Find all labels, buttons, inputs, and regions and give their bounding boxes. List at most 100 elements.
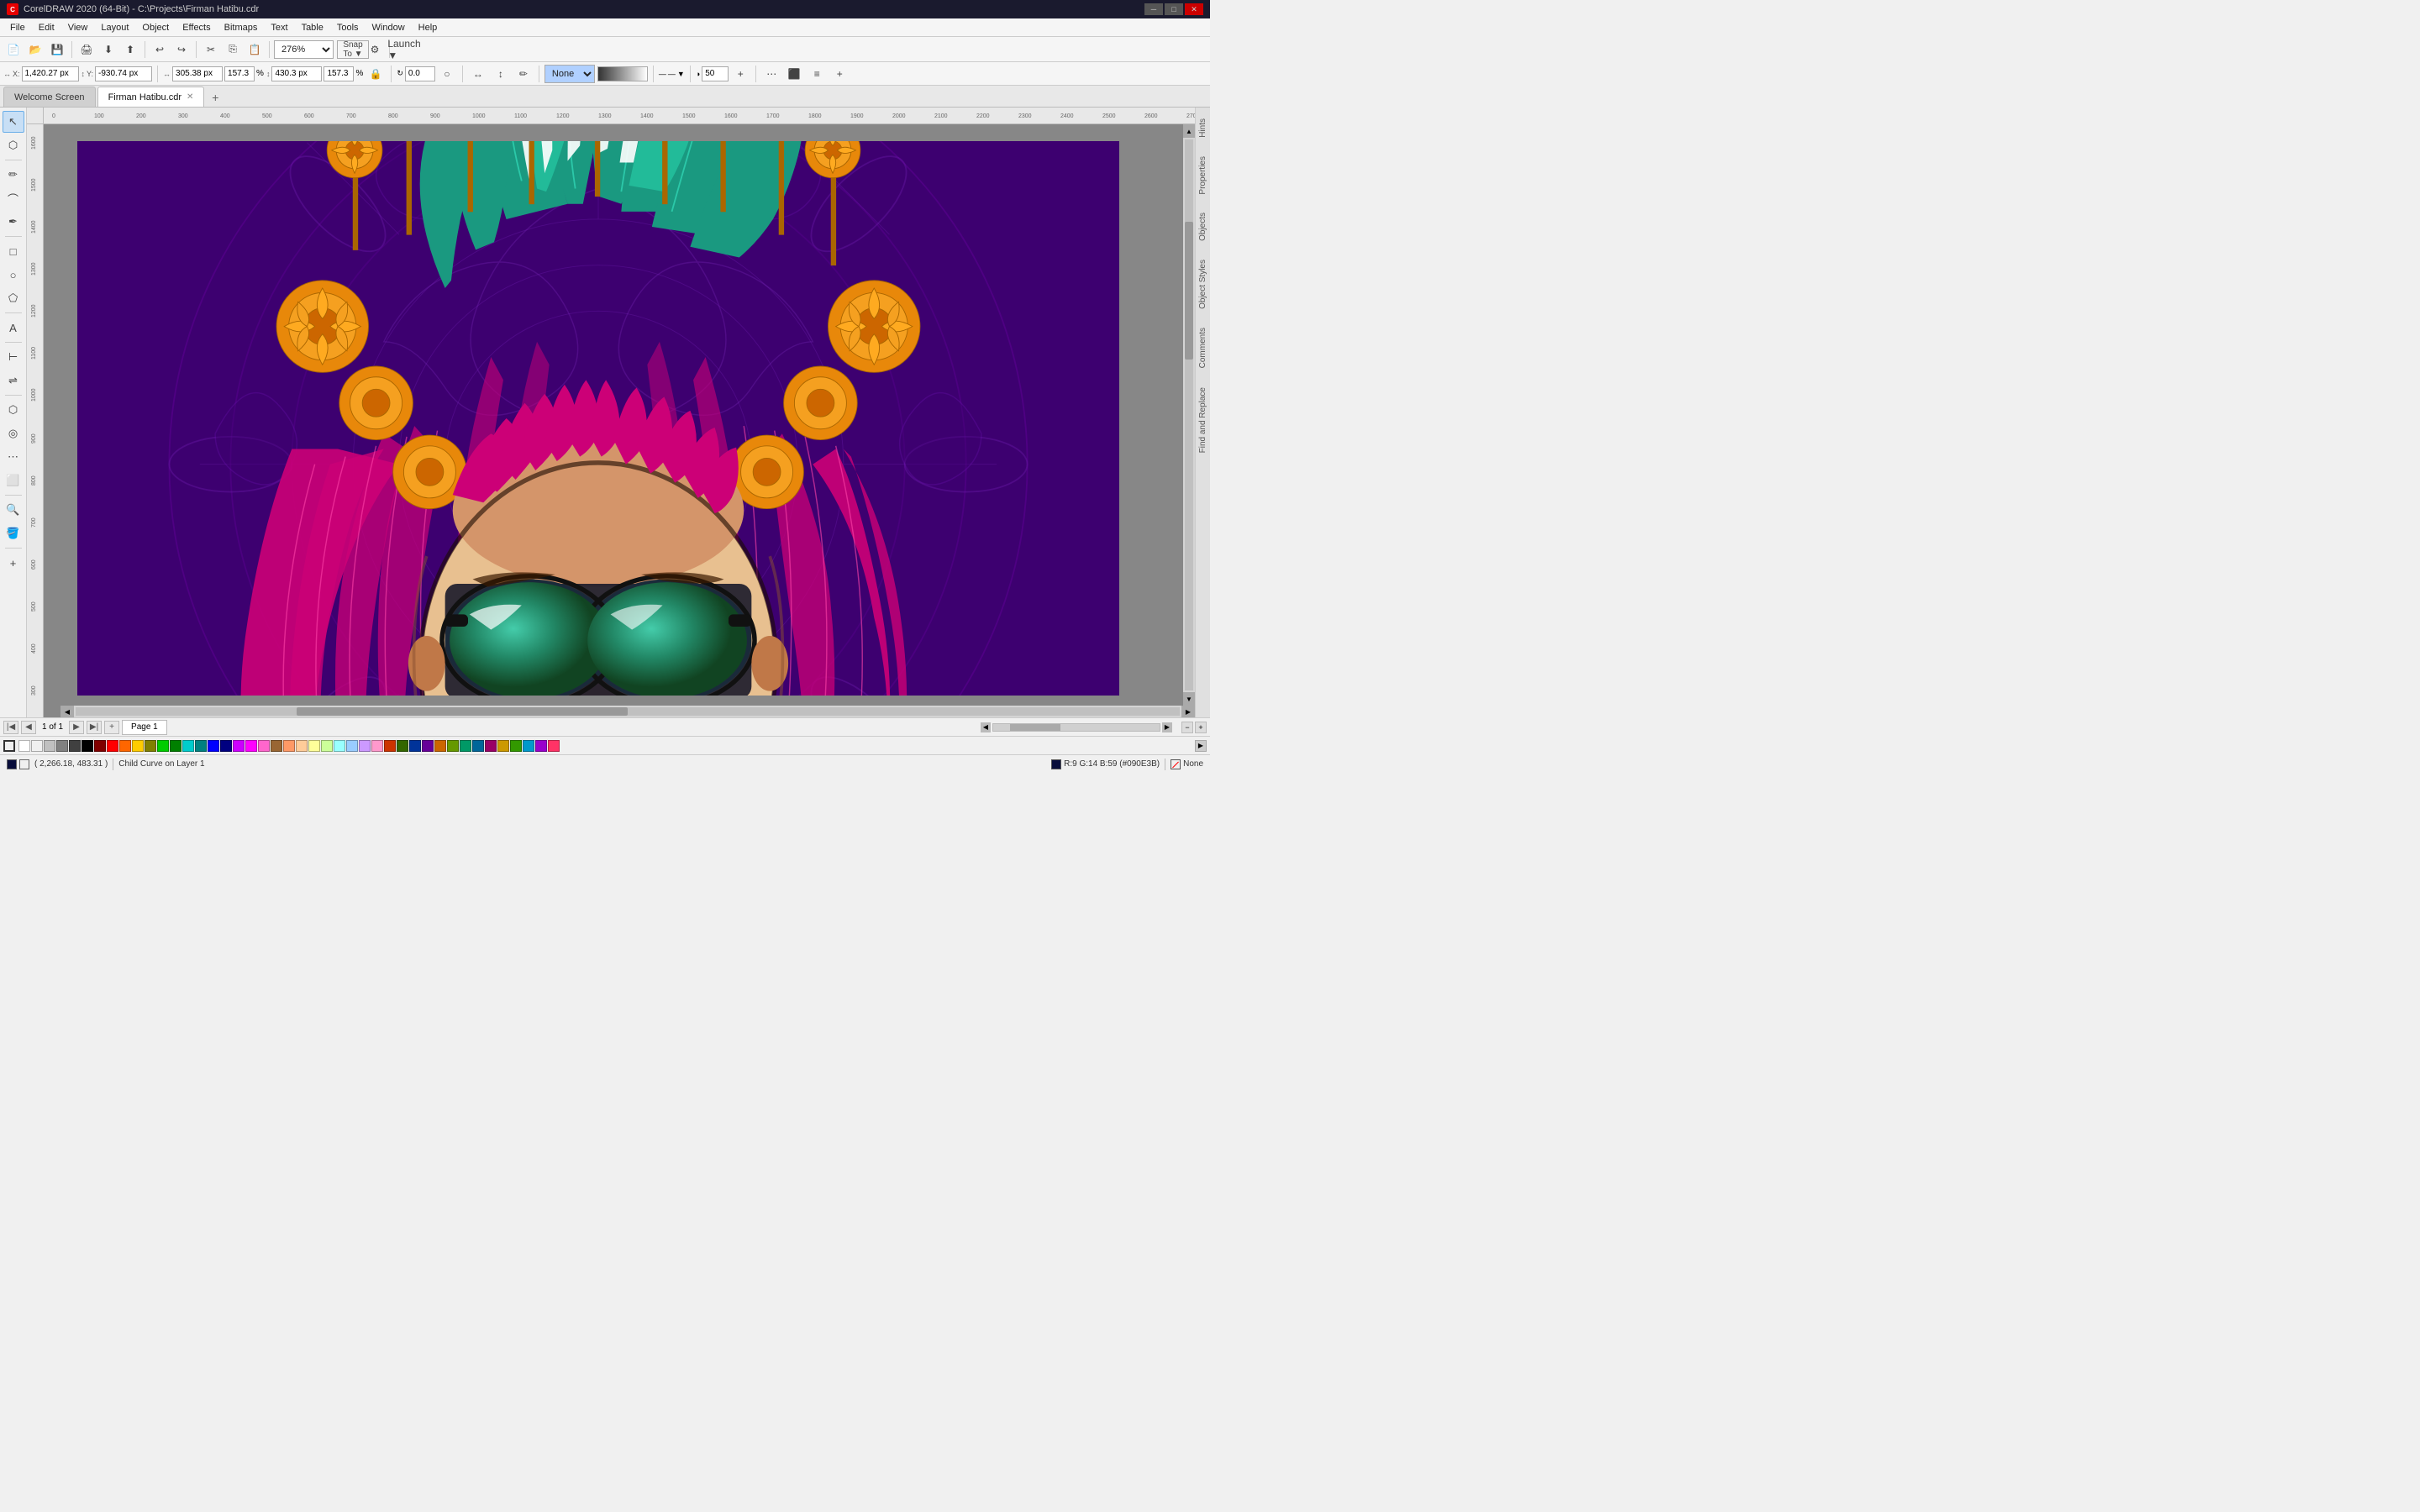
- tab-welcome[interactable]: Welcome Screen: [3, 87, 96, 107]
- scroll-right-btn[interactable]: ▶: [1181, 706, 1195, 717]
- color-silver[interactable]: [44, 740, 55, 752]
- opacity-plus-btn[interactable]: +: [730, 64, 750, 84]
- menu-table[interactable]: Table: [295, 21, 330, 34]
- w-input[interactable]: [172, 66, 223, 81]
- fill-dropdown[interactable]: None: [544, 65, 595, 83]
- dimension-tool[interactable]: ⊢: [3, 346, 24, 368]
- color-lightyellow[interactable]: [308, 740, 320, 752]
- tab-document[interactable]: Firman Hatibu.cdr ✕: [97, 87, 205, 107]
- canvas-area[interactable]: 0 100 200 300 400 500 600 700 800 900 10…: [27, 108, 1195, 717]
- prev-page-btn[interactable]: ◀: [21, 721, 36, 734]
- save-button[interactable]: 💾: [47, 39, 67, 60]
- scrollbar-track-v[interactable]: [1185, 139, 1193, 690]
- color-bar[interactable]: [597, 66, 648, 81]
- tab-add-button[interactable]: +: [206, 88, 224, 107]
- zoom-tool[interactable]: +: [3, 552, 24, 574]
- connector-tool[interactable]: ⇌: [3, 370, 24, 391]
- redo-button[interactable]: ↪: [171, 39, 192, 60]
- menu-bitmaps[interactable]: Bitmaps: [218, 21, 265, 34]
- menu-text[interactable]: Text: [264, 21, 294, 34]
- lock-ratio-btn[interactable]: 🔒: [366, 64, 386, 84]
- undo-button[interactable]: ↩: [150, 39, 170, 60]
- color-black[interactable]: [82, 740, 93, 752]
- h-input[interactable]: [271, 66, 322, 81]
- menu-tools[interactable]: Tools: [330, 21, 366, 34]
- envelope-tool[interactable]: ⬜: [3, 470, 24, 491]
- color-pink[interactable]: [258, 740, 270, 752]
- plus-btn[interactable]: +: [829, 64, 850, 84]
- properties-panel-tab[interactable]: Properties: [1196, 149, 1210, 202]
- distort-tool[interactable]: ⋯: [3, 446, 24, 468]
- fill-tool[interactable]: 🪣: [3, 522, 24, 544]
- color-gray[interactable]: [56, 740, 68, 752]
- last-page-btn[interactable]: ▶|: [87, 721, 102, 734]
- color-maroon[interactable]: [94, 740, 106, 752]
- color-lightgray[interactable]: [31, 740, 43, 752]
- scroll-up-btn[interactable]: ▲: [1183, 124, 1195, 138]
- scroll-left-btn[interactable]: ◀: [60, 706, 74, 717]
- color-peach[interactable]: [296, 740, 308, 752]
- color-olive[interactable]: [145, 740, 156, 752]
- scroll-down-btn[interactable]: ▼: [1183, 692, 1195, 706]
- comments-panel-tab[interactable]: Comments: [1196, 320, 1210, 375]
- page-1-tab[interactable]: Page 1: [122, 720, 167, 735]
- h-scroll-container[interactable]: [992, 723, 1160, 732]
- import-button[interactable]: ⬇: [98, 39, 118, 60]
- freehand-tool[interactable]: ✏: [3, 164, 24, 186]
- w-pct-input[interactable]: [224, 66, 255, 81]
- add-page-btn[interactable]: +: [104, 721, 119, 734]
- drawing-canvas[interactable]: ◀ ▶: [44, 124, 1195, 717]
- menu-window[interactable]: Window: [366, 21, 412, 34]
- paste-button[interactable]: 📋: [245, 39, 265, 60]
- color-darkgray[interactable]: [69, 740, 81, 752]
- angle-input[interactable]: [405, 66, 435, 81]
- copy-button[interactable]: ⎘: [223, 39, 243, 60]
- eyedropper-tool[interactable]: 🔍: [3, 499, 24, 521]
- menu-view[interactable]: View: [61, 21, 95, 34]
- close-button[interactable]: ✕: [1185, 3, 1203, 15]
- color-lightcyan[interactable]: [334, 740, 345, 752]
- color-lavender[interactable]: [359, 740, 371, 752]
- new-button[interactable]: 📄: [3, 39, 24, 60]
- color-lightgreen[interactable]: [321, 740, 333, 752]
- first-page-btn[interactable]: |◀: [3, 721, 18, 734]
- cut-button[interactable]: ✂: [201, 39, 221, 60]
- freehand-btn[interactable]: ✏: [513, 64, 534, 84]
- color-hotpink[interactable]: [548, 740, 560, 752]
- color-red[interactable]: [107, 740, 118, 752]
- menu-object[interactable]: Object: [135, 21, 176, 34]
- contour-tool[interactable]: ◎: [3, 423, 24, 444]
- color-blue[interactable]: [208, 740, 219, 752]
- snap-to-btn[interactable]: Snap To ▼: [343, 39, 363, 60]
- h-pct-input[interactable]: [324, 66, 354, 81]
- color-darkred[interactable]: [384, 740, 396, 752]
- color-violet[interactable]: [535, 740, 547, 752]
- scroll-nav-left[interactable]: ◀: [981, 722, 991, 732]
- scrollbar-thumb-v[interactable]: [1185, 222, 1193, 360]
- color-sky[interactable]: [523, 740, 534, 752]
- color-cyan[interactable]: [182, 740, 194, 752]
- menu-layout[interactable]: Layout: [94, 21, 135, 34]
- color-grass[interactable]: [510, 740, 522, 752]
- color-forestgreen[interactable]: [397, 740, 408, 752]
- color-gold[interactable]: [497, 740, 509, 752]
- scrollbar-v[interactable]: ▲ ▼: [1183, 124, 1195, 706]
- color-lightpink[interactable]: [371, 740, 383, 752]
- polygon-tool[interactable]: ⬠: [3, 287, 24, 309]
- zoom-in-btn[interactable]: +: [1195, 722, 1207, 733]
- x-input[interactable]: 1,420.27 px: [22, 66, 79, 81]
- color-yellow[interactable]: [132, 740, 144, 752]
- next-page-btn[interactable]: ▶: [69, 721, 84, 734]
- print-button[interactable]: 🖨: [76, 39, 97, 60]
- angle-btn[interactable]: ○: [437, 64, 457, 84]
- launch-button[interactable]: Launch ▼: [394, 39, 414, 60]
- color-royalblue[interactable]: [409, 740, 421, 752]
- color-teal[interactable]: [195, 740, 207, 752]
- palette-arrow[interactable]: ▶: [1195, 740, 1207, 752]
- maximize-button[interactable]: □: [1165, 3, 1183, 15]
- minimize-button[interactable]: ─: [1144, 3, 1163, 15]
- opacity-input[interactable]: [702, 66, 729, 81]
- ellipse-tool[interactable]: ○: [3, 264, 24, 286]
- bezier-tool[interactable]: ⌒: [3, 187, 24, 209]
- h-scroll-thumb[interactable]: [1010, 724, 1060, 731]
